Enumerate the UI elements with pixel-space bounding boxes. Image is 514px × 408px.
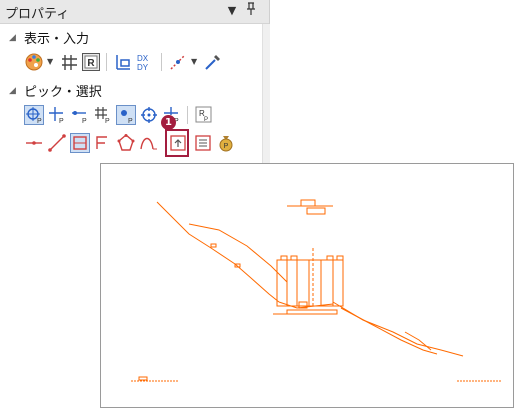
pick-endpoint-icon[interactable]: P — [70, 105, 90, 125]
vertical-scrollbar[interactable] — [262, 24, 270, 170]
pick-reference-icon[interactable]: RP — [194, 105, 214, 125]
pick-grid-icon[interactable]: P — [93, 105, 113, 125]
svg-text:P: P — [105, 118, 110, 125]
grid-icon[interactable] — [60, 52, 78, 72]
svg-text:R: R — [87, 58, 95, 69]
select-rectangle-icon[interactable] — [70, 133, 90, 153]
select-curve-icon[interactable] — [139, 133, 159, 153]
svg-text:P: P — [59, 118, 64, 125]
toolbar-separator — [106, 53, 107, 71]
raster-r-icon[interactable]: R — [81, 52, 101, 72]
select-polyline-icon[interactable] — [93, 133, 113, 153]
color-dropdown-chevron-icon[interactable]: ▼ — [47, 57, 53, 66]
cross-section-drawing — [131, 199, 501, 382]
toolbar-separator — [161, 53, 162, 71]
panel-title: プロパティ — [5, 7, 70, 22]
section-expand-arrow-icon[interactable]: ◢ — [9, 33, 16, 43]
pin-icon[interactable] — [244, 2, 258, 20]
svg-text:P: P — [82, 118, 87, 125]
pick-nearest-icon[interactable]: P — [116, 105, 136, 125]
section-pick-select-label[interactable]: ピック・選択 — [24, 81, 102, 100]
snap-dropdown-chevron-icon[interactable]: ▼ — [191, 57, 197, 66]
snap-line-icon[interactable] — [168, 52, 188, 72]
drawing-preview — [100, 163, 514, 408]
pick-center-icon[interactable] — [139, 105, 159, 125]
step-badge: 1 — [161, 115, 176, 130]
panel-title-bar: プロパティ ▼ — [0, 0, 269, 24]
eyedropper-icon[interactable] — [203, 52, 223, 72]
toolbar-separator — [187, 106, 188, 124]
property-bag-icon[interactable]: P — [216, 133, 236, 153]
svg-text:P: P — [37, 118, 42, 125]
select-table-rectangle-icon[interactable] — [193, 133, 213, 153]
section-expand-arrow-icon[interactable]: ◢ — [9, 86, 16, 96]
svg-text:DX: DX — [137, 54, 149, 63]
highlight-box — [165, 129, 189, 157]
dimension-icon[interactable] — [113, 52, 133, 72]
pick-point-icon[interactable]: P — [24, 105, 44, 125]
svg-text:P: P — [128, 118, 133, 125]
select-polygon-icon[interactable] — [116, 133, 136, 153]
svg-text:P: P — [204, 117, 208, 123]
svg-text:DY: DY — [137, 63, 149, 72]
coordinate-dxdy-icon[interactable]: DX DY — [136, 52, 156, 72]
dropdown-triangle-icon[interactable]: ▼ — [225, 2, 239, 20]
svg-text:P: P — [224, 143, 229, 150]
section-display-input-label[interactable]: 表示・入力 — [24, 28, 89, 47]
properties-panel: プロパティ ▼ ◢ 表示・入力 ▼ R DX DY ▼ ◢ ピック・選択 P P… — [0, 0, 270, 170]
color-palette-icon[interactable] — [24, 52, 44, 72]
select-line-icon[interactable] — [47, 133, 67, 153]
select-point-icon[interactable] — [24, 133, 44, 153]
pick-intersection-icon[interactable]: P — [47, 105, 67, 125]
